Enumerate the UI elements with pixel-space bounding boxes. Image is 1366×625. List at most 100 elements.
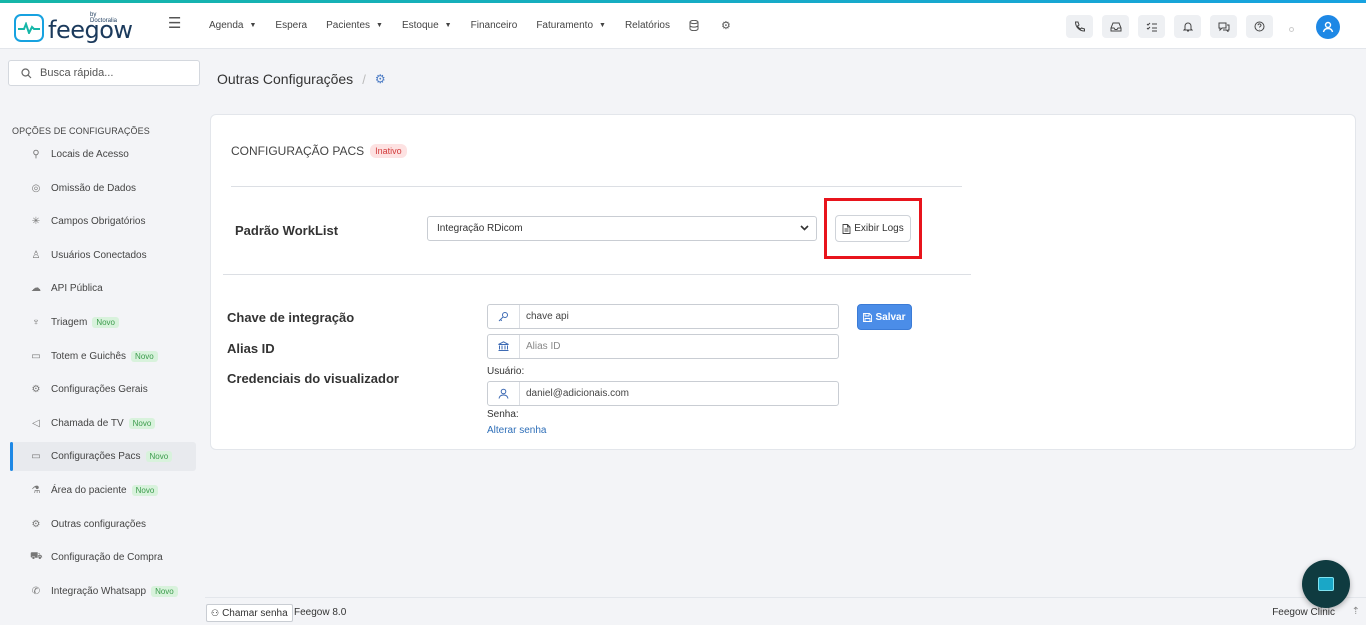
usuario-label: Usuário: [487, 366, 525, 377]
new-badge: Novo [131, 484, 159, 496]
sidebar-item-label: Configuração de Compra [51, 552, 163, 564]
sidebar-item-configuracoes-pacs[interactable]: ▭ Configurações Pacs Novo [10, 442, 196, 472]
usuario-value: daniel@adicionais.com [526, 388, 629, 399]
caret-down-icon: ▼ [249, 22, 257, 29]
search-input[interactable]: Busca rápida... [40, 67, 113, 79]
new-badge: Novo [151, 585, 178, 597]
nav-financeiro[interactable]: Financeiro [471, 19, 518, 32]
sidebar-item-outras-configuracoes[interactable]: ⚙ Outras configurações [10, 510, 196, 539]
widget-icon [1318, 577, 1334, 591]
new-badge: Novo [128, 417, 156, 429]
sidebar-list: ⚲ Locais de Acesso ◎ Omissão de Dados ✳ Cam… [10, 140, 196, 610]
cloud-upload-icon: ☁ [31, 283, 41, 295]
clinic-name: Feegow Clinic [1272, 607, 1335, 618]
sidebar-item-label: Locais de Acesso [51, 149, 129, 160]
alias-label: Alias ID [227, 341, 275, 356]
heartbeat-icon [14, 14, 44, 42]
nav-agenda[interactable]: Agenda ▼ [209, 19, 256, 32]
nav-label: Financeiro [470, 20, 518, 31]
users-icon: ⚇ [211, 607, 220, 618]
sidebar-item-label: Área do paciente [51, 484, 127, 496]
caret-down-icon: ▼ [444, 22, 452, 29]
sidebar-item-campos-obrigatorios[interactable]: ✳ Campos Obrigatórios [10, 207, 196, 236]
sidebar-item-label: Totem e Guichês [51, 350, 127, 362]
scroll-top-icon[interactable]: ⇡ [1352, 606, 1360, 617]
sidebar-item-integracao-whatsapp[interactable]: ✆ Integração Whatsapp Novo [10, 577, 196, 606]
chat-icon[interactable] [1210, 15, 1237, 38]
sidebar-item-triagem[interactable]: ♆ Triagem Novo [10, 308, 196, 337]
laptop-icon: ▭ [31, 350, 41, 362]
sidebar-item-label: Triagem [51, 316, 88, 328]
sidebar-item-omissao-de-dados[interactable]: ◎ Omissão de Dados [10, 174, 196, 203]
chave-label: Chave de integração [227, 310, 355, 325]
user-icon: ♙ [31, 249, 41, 261]
stethoscope-icon: ♆ [32, 316, 40, 328]
save-icon [863, 312, 873, 322]
footer: ⚇ Chamar senha Feegow 8.0 Feegow Clinic … [205, 597, 1366, 625]
user-avatar-icon[interactable] [1316, 15, 1340, 39]
quick-search[interactable]: Busca rápida... [8, 60, 200, 86]
sidebar-item-label: Usuários Conectados [51, 249, 147, 261]
bank-icon [488, 335, 520, 358]
new-badge: Novo [131, 350, 158, 362]
worklist-select[interactable]: Integração RDicom [427, 216, 817, 241]
sidebar-item-locais-de-acesso[interactable]: ⚲ Locais de Acesso [10, 140, 196, 169]
exibir-logs-button[interactable]: Exibir Logs [835, 215, 911, 242]
nav-pacientes[interactable]: Pacientes ▼ [326, 19, 383, 32]
nav-label: Espera [275, 20, 308, 31]
database-icon[interactable] [689, 19, 699, 32]
new-badge: Novo [145, 451, 173, 463]
sidebar-item-label: Campos Obrigatórios [51, 216, 146, 228]
sidebar-item-totem-e-guiches[interactable]: ▭ Totem e Guichês Novo [10, 342, 196, 371]
save-label: Salvar [875, 311, 906, 323]
bell-icon[interactable] [1174, 15, 1201, 38]
gear-icon[interactable]: ⚙ [721, 19, 731, 32]
chave-value: chave api [526, 311, 569, 322]
eye-off-icon: ◎ [31, 182, 41, 194]
sidebar-item-area-do-paciente[interactable]: ⚗ Área do paciente Novo [10, 476, 196, 505]
key-icon [488, 305, 520, 328]
alterar-senha-link[interactable]: Alterar senha [487, 425, 546, 436]
location-icon: ⚲ [32, 149, 40, 160]
exibir-logs-label: Exibir Logs [854, 223, 904, 234]
breadcrumb-separator: / [362, 71, 366, 87]
brand-logo[interactable]: feegow by Doctoralia [14, 12, 133, 44]
page-title: Outras Configurações [217, 71, 354, 87]
sidebar-item-configuracao-de-compra[interactable]: ⛟ Configuração de Compra [10, 543, 196, 572]
alias-id-input[interactable]: Alias ID [487, 334, 839, 359]
user-icon [488, 382, 520, 405]
caret-down-icon: ▼ [599, 22, 606, 29]
card-title: CONFIGURAÇÃO PACS Inativo [231, 144, 407, 158]
inbox-icon[interactable] [1102, 15, 1129, 38]
main-nav: Agenda ▼ Espera Pacientes ▼ Estoque ▼ Finan… [209, 19, 753, 32]
version-text: Feegow 8.0 [294, 607, 347, 618]
pacs-config-card: CONFIGURAÇÃO PACS Inativo Padrão WorkLis… [210, 114, 1356, 450]
nav-faturamento[interactable]: Faturamento ▼ [536, 19, 606, 32]
flask-icon: ⚗ [31, 484, 41, 496]
sidebar-item-usuarios-conectados[interactable]: ♙ Usuários Conectados [10, 241, 196, 270]
nav-estoque[interactable]: Estoque ▼ [402, 19, 452, 32]
nav-label: Agenda [209, 20, 244, 31]
divider [223, 274, 971, 275]
chamar-senha-button[interactable]: ⚇ Chamar senha [206, 604, 293, 622]
hamburger-menu-icon[interactable]: ☰ [168, 16, 182, 31]
senha-label: Senha: [487, 409, 519, 420]
help-icon[interactable] [1246, 15, 1273, 38]
gears-icon: ⚙ [374, 72, 386, 86]
usuario-input[interactable]: daniel@adicionais.com [487, 381, 839, 406]
sidebar-title: OPÇÕES DE CONFIGURAÇÕES [12, 126, 150, 136]
chave-integracao-input[interactable]: chave api [487, 304, 839, 329]
phone-icon[interactable] [1066, 15, 1093, 38]
sidebar-item-api-publica[interactable]: ☁ API Pública [10, 274, 196, 303]
card-title-text: CONFIGURAÇÃO PACS [231, 144, 365, 158]
checklist-icon[interactable] [1138, 15, 1165, 38]
chevron-down-icon [799, 222, 810, 236]
nav-relatorios[interactable]: Relatórios [625, 19, 670, 32]
asterisk-icon: ✳ [31, 216, 41, 228]
nav-espera[interactable]: Espera [275, 19, 307, 32]
sidebar-item-chamada-de-tv[interactable]: ◁ Chamada de TV Novo [10, 409, 196, 438]
save-button[interactable]: Salvar [857, 304, 912, 330]
sidebar-item-configuracoes-gerais[interactable]: ⚙ Configurações Gerais [10, 375, 196, 404]
breadcrumb: Outras Configurações / ⚙ [217, 71, 386, 87]
chat-widget-button[interactable] [1302, 560, 1350, 608]
